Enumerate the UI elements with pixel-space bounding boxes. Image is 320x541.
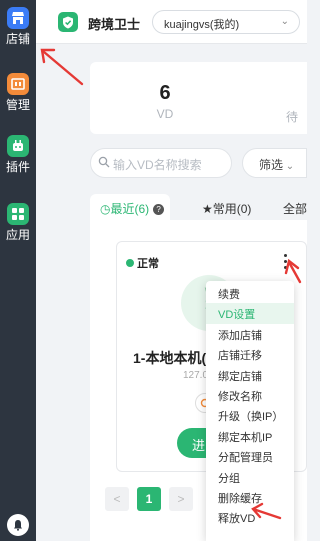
- shield-logo-icon: [58, 12, 78, 32]
- header: 跨境卫士 kuajingvs(我的) ⌄: [36, 0, 307, 44]
- menu-item-vd-settings[interactable]: VD设置: [206, 303, 294, 324]
- menu-item-assign-admin[interactable]: 分配管理员: [206, 446, 294, 466]
- app-title: 跨境卫士: [88, 17, 141, 32]
- star-icon: ★: [202, 202, 213, 216]
- tab-bar: ◷最近(6)? ★常用(0) 全部: [90, 194, 307, 220]
- menu-item-clear-cache[interactable]: 删除缓存: [206, 487, 294, 507]
- page-prev-button[interactable]: <: [105, 487, 129, 511]
- tab-all[interactable]: 全部: [283, 194, 307, 220]
- search-input[interactable]: 输入VD名称搜索: [90, 148, 232, 178]
- filter-label: 筛选: [259, 158, 284, 172]
- menu-item-release-vd[interactable]: 释放VD: [206, 507, 294, 527]
- sidebar-item-apps[interactable]: 应用: [0, 203, 36, 242]
- tab-common[interactable]: ★常用(0): [202, 194, 251, 220]
- sidebar-item-label: 店铺: [5, 32, 30, 46]
- account-select[interactable]: kuajingvs(我的) ⌄: [152, 10, 300, 34]
- tab-recent[interactable]: ◷最近(6)?: [90, 194, 170, 220]
- account-select-label: kuajingvs(我的): [164, 19, 240, 31]
- menu-item-migrate-store[interactable]: 店铺迁移: [206, 344, 294, 364]
- menu-item-group[interactable]: 分组: [206, 467, 294, 487]
- sidebar-item-manage[interactable]: 管理: [0, 73, 36, 112]
- store-icon: [7, 7, 29, 29]
- arrowhead-store: [40, 48, 56, 64]
- menu-item-upgrade-ip[interactable]: 升级（换IP）: [206, 405, 294, 425]
- tab-recent-label: 最近(6): [110, 202, 150, 216]
- sidebar-item-label: 应用: [5, 228, 30, 242]
- help-icon[interactable]: ?: [153, 204, 165, 215]
- menu-item-bind-store[interactable]: 绑定店铺: [206, 365, 294, 385]
- more-options-icon[interactable]: [280, 252, 290, 270]
- device-name: 1-本地本机(: [133, 350, 207, 366]
- device-ip: 127.0: [183, 370, 209, 381]
- stats-card: 6 VD 待: [90, 62, 307, 134]
- filter-button[interactable]: 筛选 ⌄: [242, 148, 307, 178]
- sidebar-item-store[interactable]: 店铺: [0, 7, 36, 46]
- sidebar-item-plugin[interactable]: 插件: [0, 135, 36, 174]
- tab-all-label: 全部: [283, 202, 308, 216]
- status-badge: 正常: [137, 258, 159, 270]
- page-current[interactable]: 1: [137, 487, 161, 511]
- menu-item-add-store[interactable]: 添加店铺: [206, 324, 294, 344]
- arrow-to-store: [42, 50, 84, 86]
- search-placeholder: 输入VD名称搜索: [113, 158, 202, 172]
- sidebar-item-label: 插件: [5, 160, 30, 174]
- manage-icon: [7, 73, 29, 95]
- vd-count-label: VD: [156, 107, 174, 121]
- bell-icon[interactable]: [7, 514, 29, 536]
- enter-button-label: 进: [192, 438, 206, 453]
- vd-count: 6: [159, 82, 171, 104]
- sidebar-item-label: 管理: [5, 98, 30, 112]
- apps-icon: [7, 203, 29, 225]
- menu-item-bind-local-ip[interactable]: 绑定本机IP: [206, 426, 294, 446]
- menu-item-renew[interactable]: 续费: [206, 283, 294, 303]
- tab-common-label: 常用(0): [212, 202, 252, 216]
- status-dot: [126, 259, 134, 267]
- more-options-menu: 续费 VD设置 添加店铺 店铺迁移 绑定店铺 修改名称 升级（换IP） 绑定本机…: [206, 281, 294, 541]
- chevron-down-icon: ⌄: [283, 161, 295, 172]
- page-next-button[interactable]: >: [169, 487, 193, 511]
- menu-item-rename[interactable]: 修改名称: [206, 385, 294, 405]
- chevron-down-icon: ⌄: [280, 16, 289, 27]
- plugin-icon: [7, 135, 29, 157]
- sidebar: 店铺 管理 插件 应用: [0, 0, 36, 541]
- pending-count-label: 待: [286, 110, 299, 124]
- search-icon: [98, 156, 110, 171]
- clock-icon: ◷: [100, 202, 111, 216]
